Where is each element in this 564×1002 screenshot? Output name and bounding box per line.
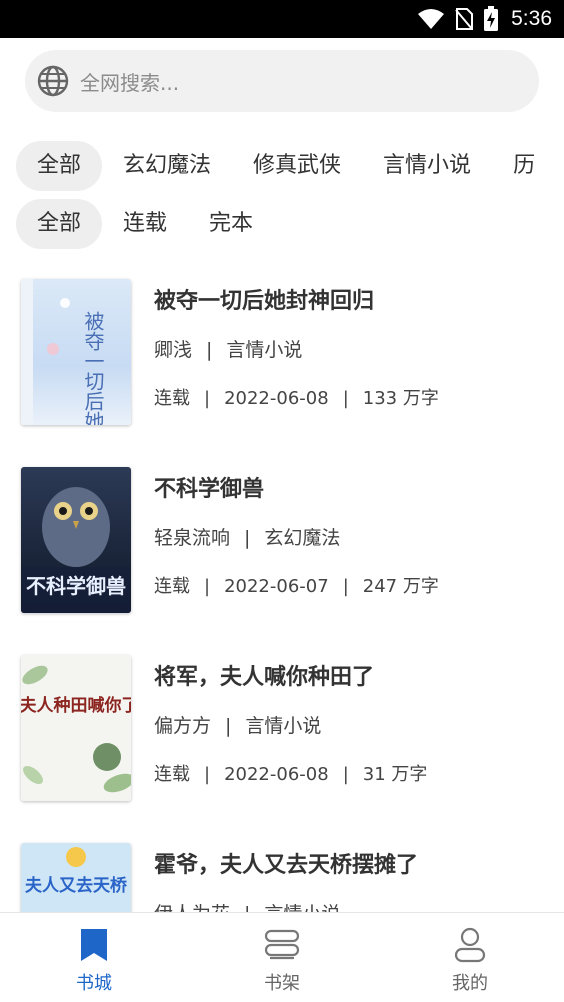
book-author: 轻泉流响 [154, 527, 231, 549]
tab-status-all[interactable]: 全部 [16, 199, 103, 249]
book-item[interactable]: 被夺一切后她封神回归 被夺一切后她封神回归 卿浅 | 言情小说 连载 | 2022-06… [0, 279, 564, 429]
tab-status-serial[interactable]: 连载 [102, 199, 188, 249]
separator: | [206, 339, 213, 361]
book-meta: 偏方方 | 言情小说 [154, 711, 321, 738]
book-status: 连载 [154, 388, 190, 409]
book-cover[interactable]: 夫人种田喊你了 [21, 655, 131, 801]
user-icon [454, 927, 486, 963]
cover-text: 夫人种田喊你了 [21, 695, 131, 716]
book-date: 2022-06-08 [224, 388, 329, 409]
tab-category-history[interactable]: 历 [492, 141, 556, 191]
search-input[interactable]: 全网搜索... [80, 67, 179, 96]
wifi-icon [418, 9, 445, 29]
book-title[interactable]: 被夺一切后她封神回归 [154, 283, 374, 315]
book-item[interactable]: 不科学御兽 不科学御兽 轻泉流响 | 玄幻魔法 连载 | 2022-06-07 | 247 … [0, 467, 564, 617]
nav-item-bookshelf[interactable]: 书架 [188, 913, 376, 1002]
status-tabs: 全部 连载 完本 [16, 199, 274, 249]
separator: | [204, 576, 211, 597]
book-date: 2022-06-08 [224, 764, 329, 785]
globe-icon [37, 65, 69, 97]
nav-label: 书架 [264, 973, 300, 994]
bottom-nav: 书城 书架 我的 [0, 912, 564, 1002]
book-words: 133 万字 [362, 388, 439, 409]
nav-item-profile[interactable]: 我的 [376, 913, 564, 1002]
book-category: 言情小说 [245, 715, 322, 737]
tab-category-romance[interactable]: 言情小说 [362, 141, 492, 191]
category-tabs: 全部 玄幻魔法 修真武侠 言情小说 历 [16, 141, 556, 191]
search-bar[interactable]: 全网搜索... [25, 50, 539, 112]
book-meta: 轻泉流响 | 玄幻魔法 [154, 523, 340, 550]
nav-label: 我的 [452, 973, 488, 994]
book-category: 玄幻魔法 [264, 527, 341, 549]
tab-category-wuxia[interactable]: 修真武侠 [232, 141, 362, 191]
book-author: 卿浅 [154, 339, 193, 361]
book-date: 2022-06-07 [224, 576, 329, 597]
book-words: 247 万字 [362, 576, 439, 597]
book-cover[interactable]: 不科学御兽 [21, 467, 131, 613]
book-info: 连载 | 2022-06-07 | 247 万字 [154, 572, 439, 598]
book-cover[interactable]: 被夺一切后她封神回归 [21, 279, 131, 425]
separator: | [342, 576, 349, 597]
status-bar: 5:36 [0, 0, 564, 38]
bookmark-icon [81, 929, 107, 961]
book-words: 31 万字 [362, 764, 428, 785]
book-item[interactable]: 夫人种田喊你了 将军，夫人喊你种田了 偏方方 | 言情小说 连载 | 2022-06-0… [0, 655, 564, 805]
book-category: 言情小说 [226, 339, 303, 361]
book-status: 连载 [154, 764, 190, 785]
separator: | [204, 388, 211, 409]
cover-text: 夫人又去天桥 [25, 875, 128, 896]
separator: | [244, 527, 251, 549]
book-status: 连载 [154, 576, 190, 597]
book-title[interactable]: 不科学御兽 [154, 471, 264, 503]
no-sim-icon [455, 8, 474, 30]
battery-charging-icon [484, 6, 499, 31]
cover-text: 被夺一切后她封神回归 [81, 311, 105, 425]
nav-item-bookstore[interactable]: 书城 [0, 913, 188, 1002]
book-info: 连载 | 2022-06-08 | 133 万字 [154, 384, 439, 410]
nav-label: 书城 [76, 973, 112, 994]
status-time: 5:36 [511, 7, 552, 30]
bookshelf-icon [264, 929, 300, 960]
book-title[interactable]: 将军，夫人喊你种田了 [154, 659, 374, 691]
separator: | [342, 388, 349, 409]
tab-status-complete[interactable]: 完本 [188, 199, 274, 249]
separator: | [225, 715, 232, 737]
separator: | [342, 764, 349, 785]
status-icons: 5:36 [417, 6, 552, 32]
tab-category-fantasy[interactable]: 玄幻魔法 [102, 141, 232, 191]
book-meta: 卿浅 | 言情小说 [154, 335, 302, 362]
book-title[interactable]: 霍爷，夫人又去天桥摆摊了 [154, 847, 418, 879]
book-author: 偏方方 [154, 715, 212, 737]
tab-category-all[interactable]: 全部 [16, 141, 103, 191]
cover-text: 不科学御兽 [26, 574, 126, 598]
book-info: 连载 | 2022-06-08 | 31 万字 [154, 760, 427, 786]
separator: | [204, 764, 211, 785]
